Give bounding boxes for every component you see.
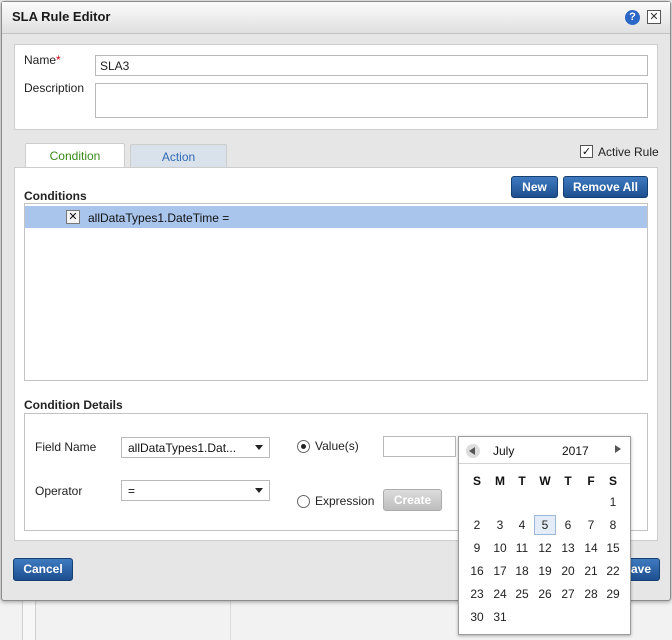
condition-text: allDataTypes1.DateTime = [88,211,230,225]
weekday-header: S [472,474,481,488]
calendar-day[interactable]: 15 [602,538,624,558]
condition-details-title: Condition Details [24,398,123,412]
description-input[interactable] [95,83,648,118]
operator-value: = [128,484,136,498]
weekday-header: M [495,474,505,488]
calendar-day[interactable]: 13 [557,538,579,558]
required-mark: * [56,53,61,67]
name-input[interactable]: SLA3 [95,55,648,76]
date-picker: July 2017 S M T W T F S 1 2 3 4 5 6 7 8 9 10 11 12 13 14 15 16… [458,436,631,635]
calendar-day[interactable]: 29 [602,584,624,604]
dialog-title: SLA Rule Editor [12,9,111,24]
description-label: Description [24,81,85,95]
calendar-day[interactable]: 11 [511,538,533,558]
calendar-day[interactable]: 23 [466,584,488,604]
calendar-day[interactable]: 30 [466,607,488,627]
field-name-select[interactable]: allDataTypes1.Dat... [121,437,270,458]
help-icon[interactable]: ? [625,10,640,25]
weekday-header: T [564,474,572,488]
background-divider [230,600,231,640]
conditions-list [24,203,648,381]
calendar-day[interactable]: 14 [580,538,602,558]
calendar-day[interactable]: 4 [511,515,533,535]
radio-selected-dot [301,444,306,449]
calendar-day[interactable]: 20 [557,561,579,581]
remove-all-button[interactable]: Remove All [563,176,648,198]
calendar-year: 2017 [562,444,589,458]
weekday-header: W [539,474,551,488]
calendar-day[interactable]: 18 [511,561,533,581]
calendar-day[interactable]: 9 [466,538,488,558]
calendar-day[interactable]: 22 [602,561,624,581]
weekday-header: S [608,474,617,488]
calendar-day[interactable]: 10 [489,538,511,558]
active-rule-checkbox[interactable]: ✓ [580,145,593,158]
calendar-day[interactable]: 24 [489,584,511,604]
operator-select[interactable]: = [121,480,270,501]
field-name-value: allDataTypes1.Dat... [128,441,237,455]
calendar-day[interactable]: 31 [489,607,511,627]
values-radio[interactable] [297,440,310,453]
conditions-title: Conditions [24,189,87,203]
operator-label: Operator [35,484,83,498]
close-icon[interactable]: ✕ [647,10,661,24]
field-name-label: Field Name [35,440,97,454]
calendar-day[interactable]: 17 [489,561,511,581]
calendar-day[interactable]: 2 [466,515,488,535]
value-input[interactable] [383,436,456,457]
remove-condition-icon[interactable]: ✕ [66,210,80,224]
calendar-day[interactable]: 8 [602,515,624,535]
tab-action[interactable]: Action [130,144,227,168]
calendar-day[interactable]: 26 [534,584,556,604]
calendar-day[interactable]: 12 [534,538,556,558]
calendar-month: July [493,444,515,458]
calendar-day[interactable]: 19 [534,561,556,581]
weekday-header: T [518,474,526,488]
expression-radio[interactable] [297,495,310,508]
calendar-day[interactable]: 21 [580,561,602,581]
background-column [22,600,36,640]
next-month-icon[interactable] [615,445,621,453]
active-rule-label: Active Rule [598,145,659,159]
previous-month-icon[interactable] [466,444,480,458]
calendar-day[interactable]: 1 [602,492,624,512]
new-button[interactable]: New [511,176,558,198]
chevron-down-icon [255,488,263,493]
tab-condition[interactable]: Condition [25,143,125,168]
create-button[interactable]: Create [383,489,442,511]
calendar-day[interactable]: 3 [489,515,511,535]
name-label: Name* [24,53,61,67]
values-label: Value(s) [315,439,359,453]
weekday-header: F [587,474,595,488]
date-picker-header: July 2017 [459,437,630,464]
calendar-day[interactable]: 27 [557,584,579,604]
expression-label: Expression [315,494,375,508]
calendar-day[interactable]: 7 [580,515,602,535]
chevron-down-icon [255,445,263,450]
calendar-day[interactable]: 28 [580,584,602,604]
calendar-day[interactable]: 6 [557,515,579,535]
calendar-day[interactable]: 16 [466,561,488,581]
cancel-button[interactable]: Cancel [13,558,73,581]
calendar-day-selected[interactable]: 5 [534,515,556,535]
calendar-day[interactable]: 25 [511,584,533,604]
